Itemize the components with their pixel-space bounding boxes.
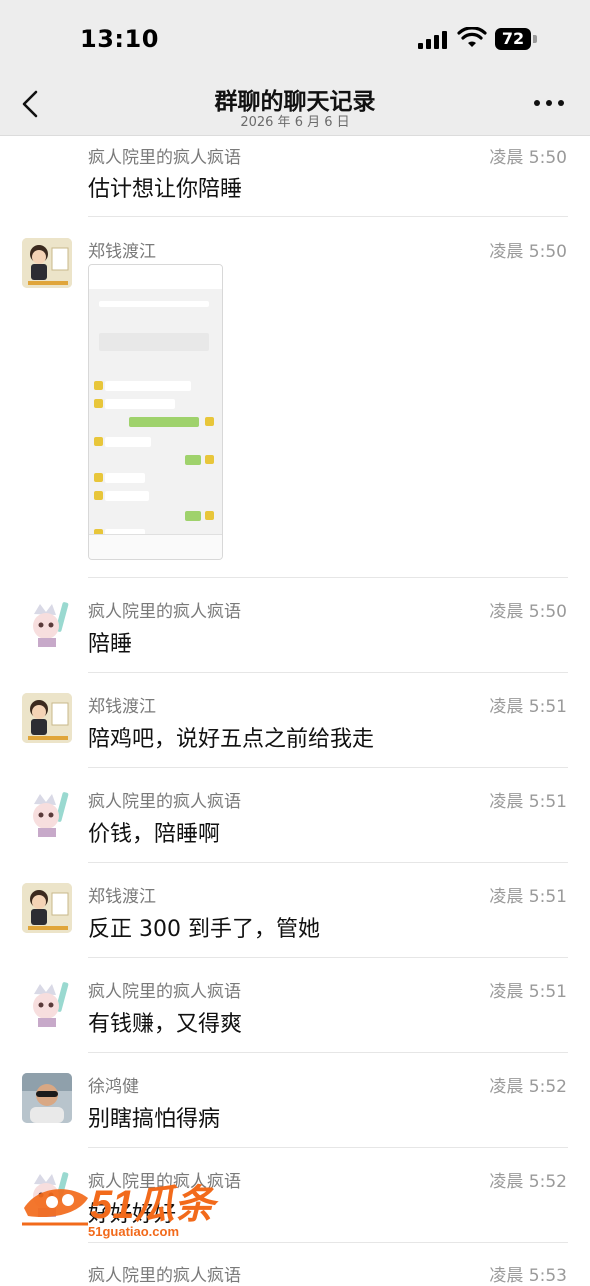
battery-tip — [533, 35, 537, 43]
divider — [88, 862, 568, 863]
message-text: 陪睡 — [88, 632, 133, 657]
avatar[interactable] — [22, 693, 72, 743]
screenshot-avatar — [94, 473, 103, 482]
screenshot-input-bar — [89, 534, 222, 559]
screenshot-avatar — [94, 399, 103, 408]
screenshot-avatar — [94, 437, 103, 446]
message-time: 凌晨 5:51 — [489, 792, 567, 812]
avatar[interactable] — [22, 1073, 72, 1123]
divider — [88, 1242, 568, 1243]
divider — [88, 957, 568, 958]
message-item: 郑钱渡江 凌晨 5:50 — [0, 230, 590, 578]
sender-name: 疯人院里的疯人疯语 — [88, 148, 241, 168]
message-time: 凌晨 5:51 — [489, 887, 567, 907]
screenshot-bubble — [129, 417, 199, 427]
message-text: 有钱赚，又得爽 — [88, 1012, 243, 1037]
screenshot-bubble — [105, 437, 151, 447]
chat-screenshot-image[interactable] — [88, 264, 223, 560]
watermark-url: 51guatiao.com — [88, 1224, 179, 1239]
screenshot-bubble — [105, 399, 175, 409]
screenshot-line — [99, 301, 209, 307]
message-text: 陪鸡吧，说好五点之前给我走 — [88, 727, 375, 752]
message-text: 估计想让你陪睡 — [88, 177, 243, 202]
screenshot-bubble — [105, 473, 145, 483]
avatar[interactable] — [22, 978, 72, 1028]
screenshot-avatar — [205, 455, 214, 464]
screenshot-bubble — [105, 381, 191, 391]
status-bar: 13:10 72 — [0, 0, 590, 78]
message-time: 凌晨 5:52 — [489, 1172, 567, 1192]
sender-name: 疯人院里的疯人疯语 — [88, 602, 241, 622]
cartoon-character-avatar-image — [22, 598, 72, 648]
sender-name: 郑钱渡江 — [88, 887, 156, 907]
message-time: 凌晨 5:52 — [489, 1077, 567, 1097]
battery-icon: 72 — [495, 28, 531, 50]
wifi-icon — [457, 27, 487, 47]
screenshot-header — [89, 265, 222, 289]
avatar[interactable] — [22, 598, 72, 648]
screenshot-bubble — [185, 455, 201, 465]
message-time: 凌晨 5:53 — [489, 1266, 567, 1286]
screenshot-avatar — [205, 417, 214, 426]
message-text: 价钱，陪睡啊 — [88, 822, 221, 847]
cartoon-character-avatar-image — [22, 978, 72, 1028]
divider — [88, 1147, 568, 1148]
message-item: 疯人院里的疯人疯语 凌晨 5:50 估计想让你陪睡 — [0, 135, 590, 217]
message-time: 凌晨 5:51 — [489, 982, 567, 1002]
message-item: 徐鸿健 凌晨 5:52 别瞎搞怕得病 — [0, 1065, 590, 1148]
message-item: 疯人院里的疯人疯语 凌晨 5:51 有钱赚，又得爽 — [0, 970, 590, 1053]
sender-name: 郑钱渡江 — [88, 697, 156, 717]
nav-bar: 群聊的聊天记录 2026 年 6 月 6 日 — [0, 78, 590, 136]
cartoon-boy-avatar-image — [22, 693, 72, 743]
message-time: 凌晨 5:51 — [489, 697, 567, 717]
divider — [88, 577, 568, 578]
avatar[interactable] — [22, 788, 72, 838]
message-time: 凌晨 5:50 — [489, 148, 567, 168]
message-item: 疯人院里的疯人疯语 凌晨 5:53 — [0, 1255, 590, 1286]
message-time: 凌晨 5:50 — [489, 602, 567, 622]
screenshot-notice — [99, 333, 209, 351]
cartoon-character-avatar-image — [22, 788, 72, 838]
page-subtitle-date: 2026 年 6 月 6 日 — [240, 115, 350, 130]
screenshot-avatar — [94, 491, 103, 500]
watermark-brand: 51瓜条 — [90, 1183, 219, 1227]
screenshot-avatar — [205, 511, 214, 520]
divider — [88, 1052, 568, 1053]
child-photo-avatar-image — [22, 1073, 72, 1123]
divider — [88, 767, 568, 768]
watermark-logo: 51瓜条 51guatiao.com — [22, 1183, 219, 1239]
screenshot-bubble — [105, 491, 149, 501]
sender-name: 徐鸿健 — [88, 1077, 139, 1097]
cartoon-boy-avatar-image — [22, 238, 72, 288]
cellular-signal-icon — [418, 31, 450, 49]
message-item: 疯人院里的疯人疯语 凌晨 5:51 价钱，陪睡啊 — [0, 780, 590, 863]
sender-name: 疯人院里的疯人疯语 — [88, 792, 241, 812]
message-text: 别瞎搞怕得病 — [88, 1107, 221, 1132]
message-time: 凌晨 5:50 — [489, 242, 567, 262]
sender-name: 郑钱渡江 — [88, 242, 156, 262]
cartoon-boy-avatar-image — [22, 883, 72, 933]
more-options-icon[interactable] — [534, 98, 564, 108]
sender-name: 疯人院里的疯人疯语 — [88, 982, 241, 1002]
status-time: 13:10 — [80, 25, 159, 53]
divider — [88, 672, 568, 673]
message-item: 郑钱渡江 凌晨 5:51 陪鸡吧，说好五点之前给我走 — [0, 685, 590, 768]
message-item: 疯人院里的疯人疯语 凌晨 5:50 陪睡 — [0, 590, 590, 673]
divider — [88, 216, 568, 217]
message-item: 郑钱渡江 凌晨 5:51 反正 300 到手了，管她 — [0, 875, 590, 958]
screenshot-avatar — [94, 381, 103, 390]
avatar[interactable] — [22, 238, 72, 288]
sender-name: 疯人院里的疯人疯语 — [88, 1266, 241, 1286]
avatar[interactable] — [22, 883, 72, 933]
message-text: 反正 300 到手了，管她 — [88, 917, 320, 942]
screenshot-bubble — [185, 511, 201, 521]
